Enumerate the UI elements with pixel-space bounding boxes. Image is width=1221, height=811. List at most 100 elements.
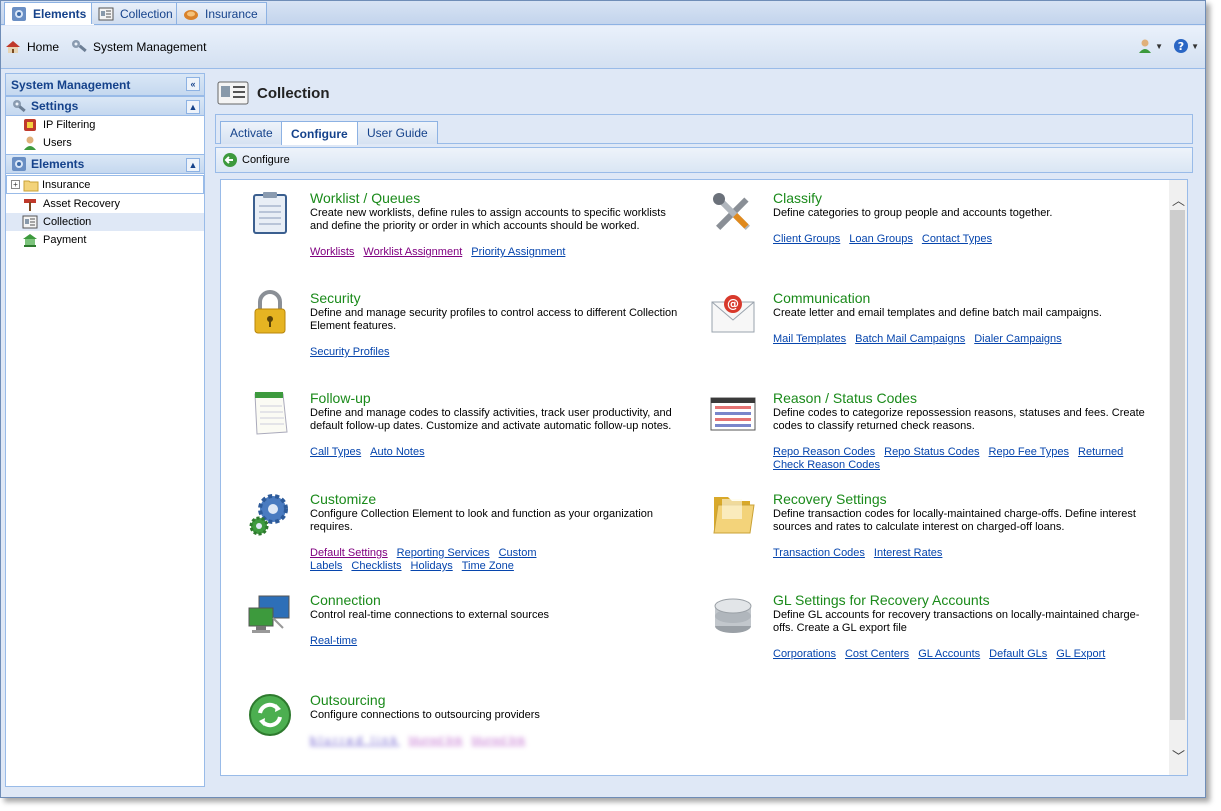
link-default-settings[interactable]: Default Settings [310,547,388,559]
link-gl-accounts[interactable]: GL Accounts [918,648,980,660]
app-tab-elements[interactable]: Elements [4,2,96,25]
link-worklist-assignment[interactable]: Worklist Assignment [363,246,462,258]
help-icon: ? [1173,38,1189,54]
card-title: GL Settings for Recovery Accounts [773,592,990,608]
collapse-panel-button[interactable]: « [186,77,200,91]
notepad-icon [247,390,293,436]
scrollbar-thumb[interactable] [1170,210,1185,720]
link-client-groups[interactable]: Client Groups [773,233,840,245]
sidebar-item-asset-recovery[interactable]: Asset Recovery [6,195,204,213]
link-worklists[interactable]: Worklists [310,246,354,258]
user-menu-button[interactable]: ▼ [1137,38,1163,54]
sidebar-item-collection[interactable]: Collection [6,213,204,231]
user-icon [1137,38,1153,54]
elements-section-header[interactable]: Elements ▲ [6,154,204,174]
collapse-section-button[interactable]: ▲ [186,158,200,172]
vertical-scrollbar[interactable]: ︿ ﹀ [1169,180,1187,775]
tools-icon [71,39,87,55]
link-transaction-codes[interactable]: Transaction Codes [773,547,865,559]
link-corporations[interactable]: Corporations [773,648,836,660]
link-cost-centers[interactable]: Cost Centers [845,648,909,660]
ip-filter-icon [22,117,38,133]
link-checklists[interactable]: Checklists [351,560,401,572]
link-auto-notes[interactable]: Auto Notes [370,446,424,458]
tab-configure[interactable]: Configure [281,121,358,145]
link-gl-export[interactable]: GL Export [1056,648,1105,660]
card-links: Default Settings Reporting Services Custom… [310,547,686,573]
elements-icon [11,156,27,172]
home-button[interactable]: Home [5,39,59,55]
link-repo-reason-codes[interactable]: Repo Reason Codes [773,446,875,458]
app-tab-bar: Elements Collection Insurance [1,1,1205,25]
tree-item-insurance[interactable]: + Insurance [6,175,204,194]
link-repo-status-codes[interactable]: Repo Status Codes [884,446,979,458]
content-tab-bar: Activate Configure User Guide [215,114,1193,145]
system-management-label: System Management [93,40,207,54]
sidebar-item-payment[interactable]: Payment [6,231,204,249]
card-description: Define GL accounts for recovery transact… [773,609,1140,634]
link-loan-groups[interactable]: Loan Groups [849,233,913,245]
scroll-down-icon[interactable]: ﹀ [1172,746,1185,765]
card-links: Worklists Worklist Assignment Priority Ass… [310,246,686,259]
card-links: Transaction Codes Interest Rates [773,547,1149,560]
collapse-section-button[interactable]: ▲ [186,100,200,114]
configure-content: Worklist / Queues Create new worklists, … [220,179,1188,776]
link-priority-assignment[interactable]: Priority Assignment [471,246,565,258]
link-holidays[interactable]: Holidays [411,560,453,572]
left-navigation-panel: System Management « Settings ▲ IP Filter… [5,73,205,787]
card-title: Follow-up [310,390,371,406]
scroll-up-icon[interactable]: ︿ [1172,190,1185,209]
card-links: Security Profiles [310,346,686,359]
link-reporting-services[interactable]: Reporting Services [397,547,490,559]
card-title: Recovery Settings [773,491,887,507]
back-arrow-icon [222,152,238,168]
link-blurred[interactable]: blurred link [472,735,526,747]
tree-item-label: Insurance [42,178,91,191]
card-description: Define transaction codes for locally-mai… [773,508,1136,533]
card-links: blurred link blurred link blurred link [310,735,686,748]
link-contact-types[interactable]: Contact Types [922,233,992,245]
link-real-time[interactable]: Real-time [310,635,357,647]
link-interest-rates[interactable]: Interest Rates [874,547,942,559]
app-tab-collection[interactable]: Collection [91,2,182,24]
link-dialer-campaigns[interactable]: Dialer Campaigns [974,333,1061,345]
sidebar-item-ip-filtering[interactable]: IP Filtering [6,116,204,134]
link-batch-mail-campaigns[interactable]: Batch Mail Campaigns [855,333,965,345]
elements-title: Elements [31,157,85,171]
system-management-button[interactable]: System Management [71,39,206,55]
sidebar-item-label: IP Filtering [43,119,96,131]
card-description: Configure Collection Element to look and… [310,508,654,533]
sidebar-item-users[interactable]: Users [6,134,204,152]
link-call-types[interactable]: Call Types [310,446,361,458]
app-tab-label: Elements [33,7,87,21]
card-title: Communication [773,290,871,306]
link-repo-fee-types[interactable]: Repo Fee Types [989,446,1070,458]
lock-icon [247,290,293,336]
refresh-icon [247,692,293,738]
settings-section-header[interactable]: Settings ▲ [6,96,204,116]
expand-icon[interactable]: + [11,180,20,189]
link-default-gls[interactable]: Default GLs [989,648,1047,660]
tab-activate[interactable]: Activate [220,121,283,144]
card-links: Call Types Auto Notes [310,446,686,459]
tab-label: Activate [230,126,273,140]
card-title: Classify [773,190,823,206]
link-time-zone[interactable]: Time Zone [462,560,514,572]
card-links: Corporations Cost Centers GL Accounts Defau… [773,648,1149,661]
card-title: Reason / Status Codes [773,390,917,406]
card-title: Customize [310,491,377,507]
card-title: Connection [310,592,381,608]
card-links: Real-time [310,635,686,648]
tab-user-guide[interactable]: User Guide [357,121,438,144]
sidebar-item-label: Collection [43,216,92,228]
configure-back-bar[interactable]: Configure [215,147,1193,173]
settings-icon [11,98,27,114]
link-blurred[interactable]: blurred link [310,735,400,747]
elements-icon [11,6,27,22]
link-blurred[interactable]: blurred link [409,735,463,747]
tab-label: User Guide [367,126,428,140]
link-security-profiles[interactable]: Security Profiles [310,346,389,358]
link-mail-templates[interactable]: Mail Templates [773,333,846,345]
help-menu-button[interactable]: ? ▼ [1173,38,1199,54]
app-tab-insurance[interactable]: Insurance [176,2,267,24]
